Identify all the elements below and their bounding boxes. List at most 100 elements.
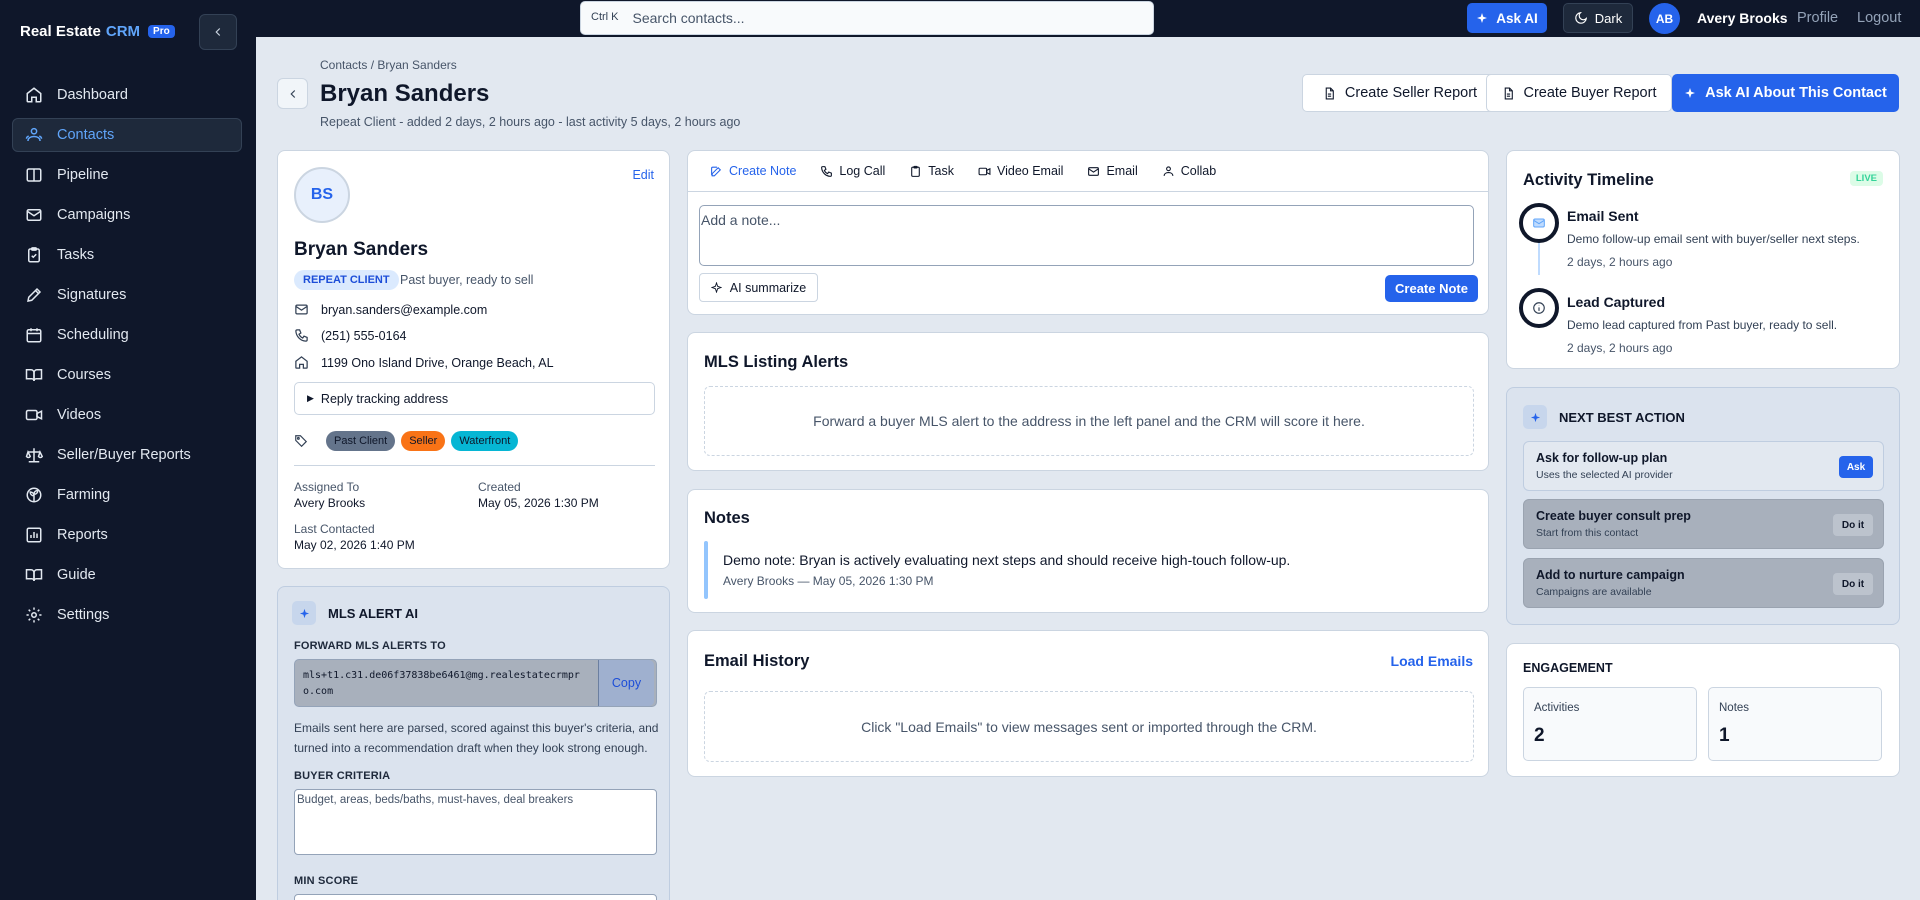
page-title: Bryan Sanders: [320, 80, 490, 107]
sidebar-item-settings[interactable]: Settings: [12, 598, 242, 632]
contact-phone-row[interactable]: (251) 555-0164: [294, 328, 406, 343]
home-icon: [26, 87, 42, 103]
ask-ai-about-contact-button[interactable]: Ask AI About This Contact: [1672, 74, 1899, 112]
tag-waterfront[interactable]: Waterfront: [451, 431, 519, 451]
sidebar-item-label: Signatures: [57, 287, 127, 303]
reply-tracking-toggle[interactable]: ▶ Reply tracking address: [294, 382, 655, 415]
nba-item[interactable]: Add to nurture campaign Campaigns are av…: [1523, 558, 1884, 608]
mls-alert-ai-card: MLS ALERT AI FORWARD MLS ALERTS TO mls+t…: [277, 586, 670, 900]
sparkle-icon: [292, 601, 316, 625]
notes-value: 1: [1719, 725, 1730, 746]
create-buyer-report-button[interactable]: Create Buyer Report: [1486, 74, 1672, 112]
shortcut-hint: Ctrl K: [591, 11, 619, 23]
do-it-button[interactable]: Do it: [1833, 573, 1873, 595]
mls-alert-ai-title: MLS ALERT AI: [328, 605, 419, 621]
email-history-empty-state: Click "Load Emails" to view messages sen…: [704, 691, 1474, 762]
contact-address-row: 1199 Ono Island Drive, Orange Beach, AL: [294, 355, 554, 370]
video-icon: [25, 409, 43, 421]
sidebar-item-label: Guide: [57, 567, 96, 583]
book-icon: [25, 369, 43, 382]
notes-label: Notes: [1719, 702, 1750, 714]
contact-avatar: BS: [294, 167, 350, 223]
nba-item-sub: Uses the selected AI provider: [1536, 469, 1673, 481]
sidebar-item-pipeline[interactable]: Pipeline: [12, 158, 242, 192]
next-best-action-header: NEXT BEST ACTION: [1523, 405, 1685, 429]
collapse-sidebar-button[interactable]: [199, 14, 237, 50]
sidebar-item-courses[interactable]: Courses: [12, 358, 242, 392]
ask-ai-button[interactable]: Ask AI: [1467, 3, 1547, 33]
activities-label: Activities: [1534, 702, 1580, 714]
sidebar-item-seller-buyer-reports[interactable]: Seller/Buyer Reports: [12, 438, 242, 472]
nba-item-title: Add to nurture campaign: [1536, 568, 1685, 582]
search-input[interactable]: [632, 10, 1073, 26]
nba-item[interactable]: Create buyer consult prep Start from thi…: [1523, 499, 1884, 549]
created-value: May 05, 2026 1:30 PM: [478, 496, 599, 510]
load-emails-link[interactable]: Load Emails: [1391, 653, 1473, 669]
tab-email[interactable]: Email: [1087, 164, 1138, 178]
forward-mls-label: FORWARD MLS ALERTS TO: [294, 640, 446, 652]
sidebar-item-videos[interactable]: Videos: [12, 398, 242, 432]
tab-video-email[interactable]: Video Email: [978, 164, 1063, 178]
timeline-dot: [1519, 203, 1559, 243]
user-avatar[interactable]: AB: [1649, 3, 1680, 34]
page-subtitle: Repeat Client - added 2 days, 2 hours ag…: [320, 115, 741, 129]
min-score-input[interactable]: [294, 894, 657, 900]
tab-collab[interactable]: Collab: [1162, 164, 1216, 178]
dark-label: Dark: [1594, 10, 1623, 26]
tag-seller[interactable]: Seller: [401, 431, 446, 451]
note-meta: Avery Brooks — May 05, 2026 1:30 PM: [723, 574, 934, 588]
buyer-criteria-input[interactable]: Budget, areas, beds/baths, must-haves, d…: [294, 789, 657, 855]
sidebar-item-contacts[interactable]: Contacts: [12, 118, 242, 152]
tab-create-note[interactable]: Create Note: [710, 164, 796, 178]
logout-link[interactable]: Logout: [1857, 10, 1901, 26]
copy-button[interactable]: Copy: [598, 660, 654, 706]
timeline-item-desc: Demo follow-up email sent with buyer/sel…: [1567, 232, 1860, 246]
sidebar-item-signatures[interactable]: Signatures: [12, 278, 242, 312]
mls-alerts-empty-state: Forward a buyer MLS alert to the address…: [704, 386, 1474, 456]
tag-past-client[interactable]: Past Client: [326, 431, 396, 451]
sidebar-item-label: Courses: [57, 367, 111, 383]
contact-email-row[interactable]: bryan.sanders@example.com: [294, 302, 487, 317]
sidebar-item-label: Contacts: [57, 127, 115, 143]
sidebar-item-guide[interactable]: Guide: [12, 558, 242, 592]
sidebar-item-scheduling[interactable]: Scheduling: [12, 318, 242, 352]
ai-summarize-label: AI summarize: [729, 280, 807, 295]
file-icon: [1504, 87, 1513, 99]
back-button[interactable]: [277, 78, 308, 109]
tab-label: Log Call: [839, 164, 886, 178]
nba-item-title: Create buyer consult prep: [1536, 509, 1691, 523]
chevron-left-icon: [289, 89, 295, 98]
sparkle-icon: [1685, 88, 1696, 98]
sidebar-item-farming[interactable]: Farming: [12, 478, 242, 512]
note-input[interactable]: [699, 205, 1474, 266]
sidebar-item-dashboard[interactable]: Dashboard: [12, 78, 242, 112]
ask-button[interactable]: Ask: [1839, 456, 1873, 478]
create-note-button[interactable]: Create Note: [1385, 275, 1478, 302]
do-it-button[interactable]: Do it: [1833, 514, 1873, 536]
sidebar-item-reports[interactable]: Reports: [12, 518, 242, 552]
sidebar-item-tasks[interactable]: Tasks: [12, 238, 242, 272]
forward-address[interactable]: mls+t1.c31.de06f37838be6461@mg.realestat…: [295, 660, 598, 706]
ai-summarize-button[interactable]: AI summarize: [699, 273, 818, 302]
create-seller-report-button[interactable]: Create Seller Report: [1302, 74, 1498, 112]
timeline-item-title: Lead Captured: [1567, 294, 1666, 310]
caret-right-icon: ▶: [307, 393, 314, 403]
dark-mode-toggle[interactable]: Dark: [1563, 3, 1633, 33]
sidebar-item-label: Tasks: [57, 247, 95, 263]
activities-stat: Activities 2: [1523, 687, 1697, 761]
phone-icon: [295, 329, 308, 342]
sidebar-item-campaigns[interactable]: Campaigns: [12, 198, 242, 232]
timeline-item-title: Email Sent: [1567, 208, 1639, 224]
search-bar[interactable]: Ctrl K: [580, 1, 1154, 35]
composer-tabs: Create Note Log Call Task Video Email Em…: [688, 151, 1488, 192]
tab-task[interactable]: Task: [909, 164, 954, 178]
tab-log-call[interactable]: Log Call: [820, 164, 885, 178]
brand-logo[interactable]: Real Estate CRM Pro: [20, 23, 175, 40]
sidebar-nav: Dashboard Contacts Pipeline Campaigns Ta…: [12, 78, 242, 638]
nba-item[interactable]: Ask for follow-up plan Uses the selected…: [1523, 441, 1884, 491]
profile-link[interactable]: Profile: [1797, 10, 1838, 26]
nba-item-sub: Start from this contact: [1536, 527, 1639, 539]
video-icon: [978, 167, 991, 175]
breadcrumb[interactable]: Contacts / Bryan Sanders: [320, 58, 457, 72]
edit-contact-link[interactable]: Edit: [632, 168, 654, 182]
